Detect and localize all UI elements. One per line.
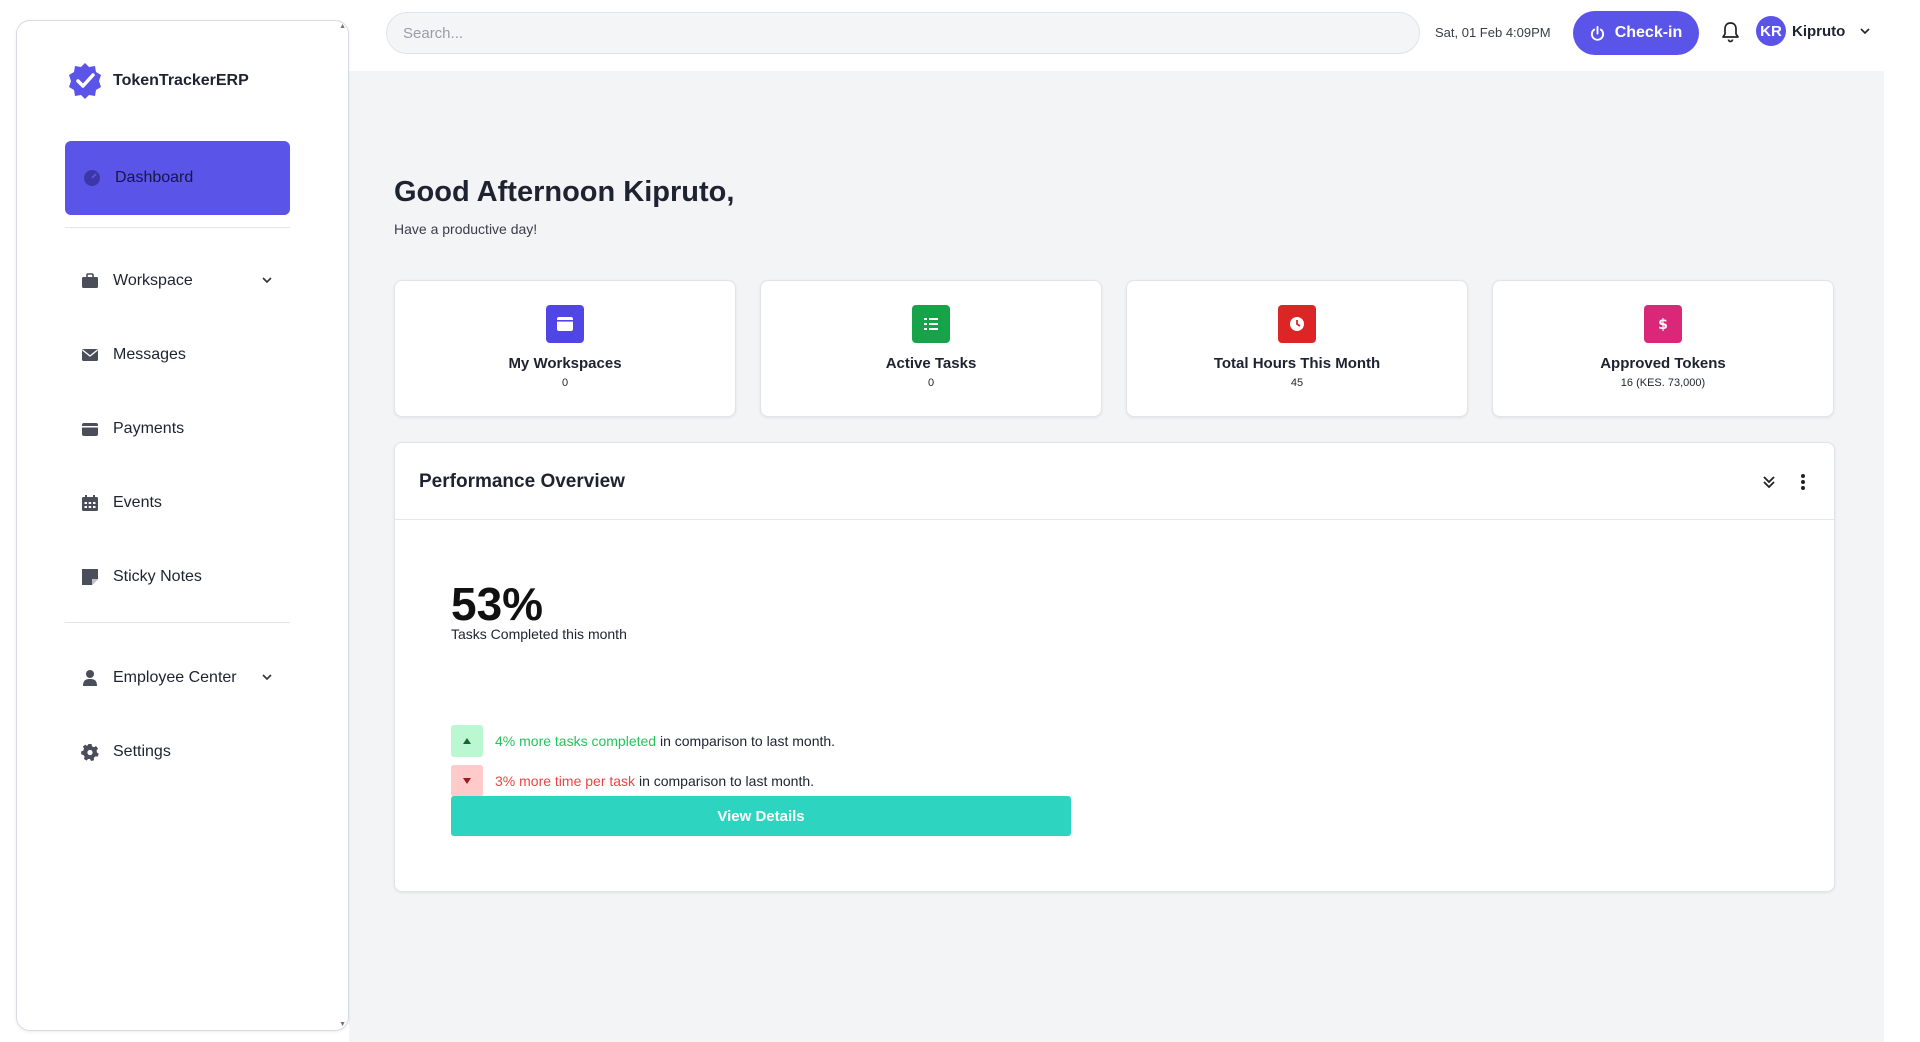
- gear-icon: [81, 744, 99, 761]
- sidebar-item-label: Payments: [113, 420, 185, 437]
- card-icon-box: $: [1644, 305, 1682, 343]
- tasks-completed-caption: Tasks Completed this month: [451, 626, 627, 642]
- sidebar: ▲ ▼ TokenTrackerERP Dashboard Workspace …: [16, 20, 349, 1031]
- sticky-note-icon: [82, 569, 98, 585]
- greeting-subtitle: Have a productive day!: [394, 221, 538, 237]
- brand-logo-icon: [69, 63, 101, 99]
- panel-title: Performance Overview: [419, 471, 625, 492]
- trend-indicator: [451, 725, 483, 757]
- trend-highlight: 3% more time per task: [495, 773, 636, 789]
- sidebar-item-label: Messages: [113, 346, 186, 363]
- trend-row-up: 4% more tasks completed in comparison to…: [451, 725, 835, 757]
- greeting-title: Good Afternoon Kipruto,: [394, 176, 735, 208]
- performance-overview-panel: Performance Overview 53% Tasks Completed…: [394, 442, 1835, 892]
- card-icon-box: [1278, 305, 1316, 343]
- stat-card-value: 0: [561, 377, 569, 389]
- power-icon: [1590, 25, 1604, 41]
- sidebar-item-payments[interactable]: Payments: [65, 409, 290, 449]
- sidebar-item-label: Employee Center: [113, 669, 237, 686]
- trend-row-down: 3% more time per task in comparison to l…: [451, 765, 814, 797]
- sidebar-item-label: Events: [113, 494, 162, 511]
- sidebar-item-label: Dashboard: [115, 169, 194, 186]
- check-in-label: Check-in: [1614, 24, 1683, 41]
- brand[interactable]: TokenTrackerERP: [65, 61, 249, 101]
- trend-rest: in comparison to last month.: [656, 733, 836, 749]
- envelope-icon: [82, 349, 98, 361]
- arrow-down-icon: [463, 778, 471, 784]
- stat-card-workspaces[interactable]: My Workspaces 0: [394, 280, 736, 417]
- collapse-chevrons-icon[interactable]: [1760, 473, 1778, 491]
- sidebar-item-workspace[interactable]: Workspace: [65, 261, 290, 301]
- brand-name: TokenTrackerERP: [113, 72, 249, 89]
- sidebar-item-settings[interactable]: Settings: [65, 732, 290, 772]
- stat-card-title: My Workspaces: [508, 355, 622, 372]
- svg-text:$: $: [1658, 317, 1668, 333]
- user-name: Kipruto: [1792, 22, 1846, 40]
- sidebar-divider: [65, 227, 290, 228]
- stat-card-value: 0: [927, 377, 935, 389]
- stat-card-title: Total Hours This Month: [1213, 355, 1381, 372]
- trend-highlight: 4% more tasks completed: [495, 733, 657, 749]
- card-icon-box: [912, 305, 950, 343]
- stat-card-title: Active Tasks: [885, 355, 977, 372]
- chevron-down-icon: [262, 277, 272, 284]
- user-tie-icon: [83, 670, 97, 686]
- notification-bell-icon[interactable]: [1720, 21, 1741, 43]
- sidebar-item-events[interactable]: Events: [65, 483, 290, 523]
- more-vertical-icon[interactable]: [1794, 472, 1812, 492]
- sidebar-item-sticky-notes[interactable]: Sticky Notes: [65, 557, 290, 597]
- sidebar-divider: [65, 622, 290, 623]
- sidebar-scroll-down[interactable]: ▼: [339, 1021, 346, 1028]
- wallet-icon: [82, 423, 98, 436]
- search-input[interactable]: [386, 12, 1420, 54]
- stat-card-approved-tokens[interactable]: $ Approved Tokens 16 (KES. 73,000): [1492, 280, 1834, 417]
- trend-rest: in comparison to last month.: [635, 773, 815, 789]
- page-edge: [1884, 0, 1920, 1042]
- dashboard-icon: [84, 170, 100, 186]
- stat-card-value: 45: [1290, 377, 1304, 389]
- card-icon-box: [546, 305, 584, 343]
- user-menu[interactable]: KR Kipruto: [1756, 16, 1871, 46]
- sidebar-item-dashboard[interactable]: Dashboard: [65, 141, 290, 215]
- briefcase-icon: [82, 273, 98, 288]
- stat-card-total-hours[interactable]: Total Hours This Month 45: [1126, 280, 1468, 417]
- calendar-icon: [82, 495, 98, 511]
- trend-indicator: [451, 765, 483, 797]
- chevron-down-icon: [1860, 28, 1870, 35]
- sidebar-item-label: Settings: [113, 743, 171, 760]
- stat-card-title: Approved Tokens: [1600, 355, 1726, 372]
- task-list-icon: [924, 318, 938, 330]
- stat-card-active-tasks[interactable]: Active Tasks 0: [760, 280, 1102, 417]
- folder-icon: [557, 317, 573, 331]
- view-details-button[interactable]: View Details: [451, 796, 1071, 836]
- sidebar-item-label: Sticky Notes: [113, 568, 202, 585]
- sidebar-item-employee-center[interactable]: Employee Center: [65, 658, 290, 698]
- check-in-button[interactable]: Check-in: [1573, 11, 1699, 55]
- panel-header: Performance Overview: [395, 443, 1834, 520]
- avatar: KR: [1756, 16, 1786, 46]
- chevron-down-icon: [262, 674, 272, 681]
- arrow-up-icon: [463, 738, 471, 744]
- current-datetime: Sat, 01 Feb 4:09PM: [1435, 25, 1551, 40]
- sidebar-item-label: Workspace: [113, 272, 193, 289]
- dollar-icon: $: [1658, 317, 1668, 333]
- clock-icon: [1290, 317, 1304, 331]
- stat-card-value: 16 (KES. 73,000): [1620, 377, 1706, 389]
- sidebar-item-messages[interactable]: Messages: [65, 335, 290, 375]
- sidebar-scroll-up[interactable]: ▲: [339, 23, 346, 30]
- tasks-completed-percent: 53%: [451, 578, 544, 630]
